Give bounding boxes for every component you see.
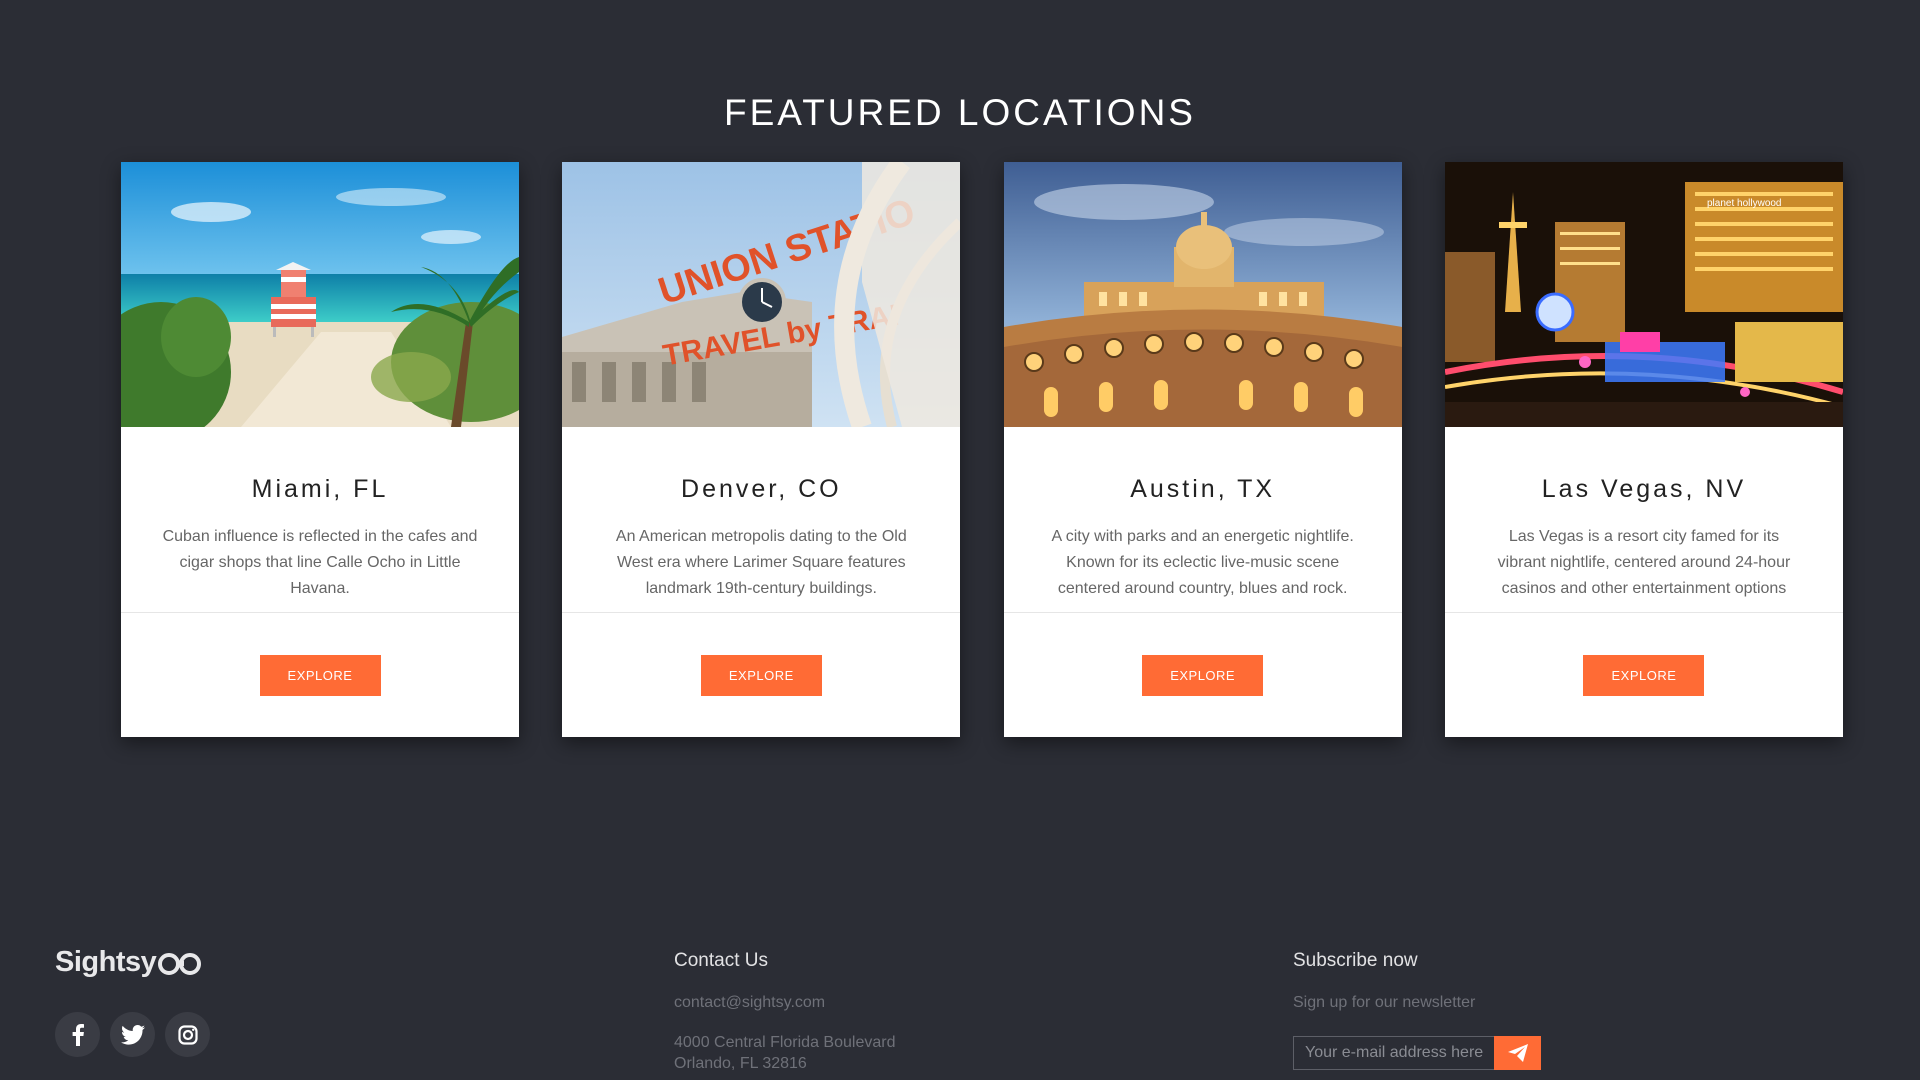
planet-hollywood-sign: planet hollywood — [1707, 198, 1782, 209]
facebook-icon — [72, 1023, 84, 1046]
location-card-miami: Miami, FL Cuban influence is reflected i… — [121, 162, 519, 737]
card-title: Las Vegas, NV — [1541, 475, 1747, 503]
subscribe-button[interactable] — [1494, 1036, 1541, 1070]
card-footer: EXPLORE — [1445, 613, 1843, 737]
subscribe-section: Subscribe now Sign up for our newsletter — [1293, 950, 1541, 1070]
section-title: FEATURED LOCATIONS — [723, 92, 1196, 133]
sightsy-logo[interactable]: Sightsy — [55, 946, 202, 979]
card-footer: EXPLORE — [562, 613, 960, 737]
instagram-link[interactable] — [165, 1012, 210, 1057]
explore-button-miami[interactable]: EXPLORE — [259, 654, 381, 696]
subscribe-text: Sign up for our newsletter — [1293, 994, 1476, 1011]
contact-section: Contact Us contact@sightsy.com 4000 Cent… — [674, 950, 895, 1074]
card-title: Denver, CO — [681, 475, 842, 503]
las-vegas-photo: planet hollywood — [1444, 162, 1843, 427]
twitter-link[interactable] — [110, 1012, 155, 1057]
card-description: Las Vegas is a resort city famed for its… — [1497, 528, 1791, 597]
location-card-austin: Austin, TX A city with parks and an ener… — [1003, 162, 1402, 737]
explore-button-las-vegas[interactable]: EXPLORE — [1583, 654, 1705, 696]
location-card-las-vegas: planet hollywood Las Vegas, NV Las Vegas… — [1444, 162, 1843, 737]
card-body: Austin, TX A city with parks and an ener… — [1003, 427, 1402, 613]
card-title: Miami, FL — [251, 475, 389, 503]
denver-photo: UNION STATIO TRAVEL by TRAI — [562, 162, 961, 427]
miami-photo — [121, 162, 519, 427]
contact-email-link[interactable]: contact@sightsy.com — [674, 994, 895, 1012]
instagram-icon — [177, 1024, 198, 1045]
card-description: An American metropolis dating to the Old… — [615, 528, 907, 597]
logo-text: Sightsy — [55, 946, 157, 978]
send-icon — [1507, 1044, 1528, 1062]
subscribe-form — [1293, 1036, 1541, 1070]
card-description: A city with parks and an energetic night… — [1051, 528, 1354, 597]
featured-locations-list: Miami, FL Cuban influence is reflected i… — [121, 162, 1843, 737]
card-footer: EXPLORE — [1004, 613, 1402, 737]
email-input[interactable] — [1293, 1036, 1494, 1070]
binoculars-icon — [158, 952, 202, 975]
location-card-denver: UNION STATIO TRAVEL by TRAI Denver, CO A… — [562, 162, 961, 737]
card-body: Miami, FL Cuban influence is reflected i… — [121, 427, 519, 613]
austin-photo — [1003, 162, 1402, 427]
address-line-1: 4000 Central Florida Boulevard — [674, 1034, 896, 1051]
address-line-2: Orlando, FL 32816 — [674, 1055, 807, 1072]
card-body: Las Vegas, NV Las Vegas is a resort city… — [1444, 427, 1843, 613]
social-links — [55, 1012, 210, 1057]
contact-heading: Contact Us — [674, 950, 768, 971]
card-body: Denver, CO An American metropolis dating… — [562, 427, 961, 613]
card-title: Austin, TX — [1130, 475, 1276, 503]
site-footer: Sightsy Contact Us contact@sightsy.com 4… — [0, 940, 1920, 1080]
explore-button-austin[interactable]: EXPLORE — [1142, 654, 1264, 696]
subscribe-heading: Subscribe now — [1293, 950, 1418, 971]
facebook-link[interactable] — [55, 1012, 100, 1057]
explore-button-denver[interactable]: EXPLORE — [700, 654, 822, 696]
card-description: Cuban influence is reflected in the cafe… — [162, 528, 478, 597]
card-footer: EXPLORE — [121, 613, 519, 737]
contact-address: 4000 Central Florida Boulevard Orlando, … — [674, 1032, 895, 1074]
twitter-icon — [120, 1024, 145, 1045]
